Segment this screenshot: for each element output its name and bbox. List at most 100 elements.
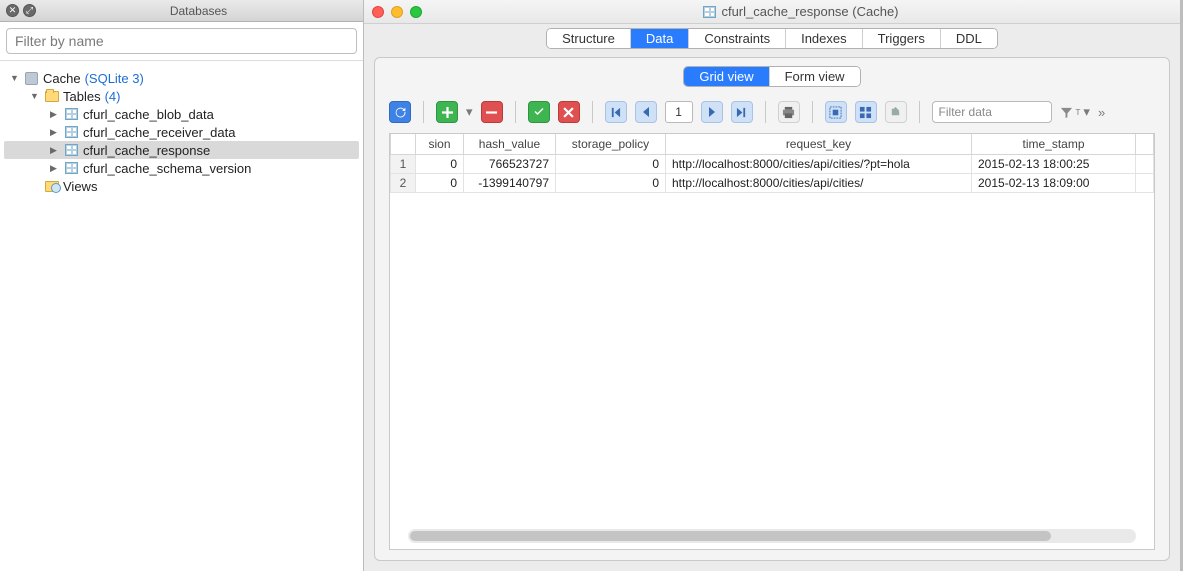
prev-page-button[interactable] (635, 101, 657, 123)
cell-tail (1136, 174, 1154, 193)
page-number[interactable]: 1 (665, 101, 693, 123)
cell[interactable]: 766523727 (464, 155, 556, 174)
data-grid: sion hash_value storage_policy request_k… (389, 133, 1155, 550)
db-engine: (SQLite 3) (85, 71, 144, 86)
table-name: cfurl_cache_schema_version (83, 161, 251, 176)
cell[interactable]: http://localhost:8000/cities/api/cities/ (666, 174, 972, 193)
refresh-button[interactable] (389, 101, 411, 123)
more-tools-button[interactable]: » (1098, 105, 1105, 120)
view-mode-form[interactable]: Form view (770, 67, 860, 86)
row-number-header[interactable] (390, 134, 416, 155)
views-label: Views (63, 179, 97, 194)
chevron-down-icon: ▼ (10, 73, 20, 83)
window-minimize-icon[interactable] (391, 6, 403, 18)
filter-by-name-input[interactable] (6, 28, 357, 54)
delete-row-button[interactable] (481, 101, 503, 123)
traffic-lights (372, 6, 422, 18)
filter-menu-button[interactable]: T ▾ (1060, 104, 1090, 120)
last-page-button[interactable] (731, 101, 753, 123)
tables-count: (4) (105, 89, 121, 104)
database-tree: ▼ Cache (SQLite 3) ▼ Tables (4) ▶ cfurl_… (0, 61, 363, 203)
funnel-icon (1060, 106, 1073, 119)
window-close-icon[interactable] (372, 6, 384, 18)
data-toolbar: ▾ 1 (375, 91, 1169, 133)
table-name: cfurl_cache_receiver_data (83, 125, 235, 140)
tree-table-item[interactable]: ▶ cfurl_cache_receiver_data (4, 123, 359, 141)
print-button[interactable] (778, 101, 800, 123)
select-all-button[interactable] (825, 101, 847, 123)
sidebar-titlebar: ✕ ⤢ Databases (0, 0, 363, 22)
tree-table-item-selected[interactable]: ▶ cfurl_cache_response (4, 141, 359, 159)
column-header[interactable]: sion (416, 134, 464, 155)
column-header[interactable]: time_stamp (972, 134, 1136, 155)
column-header[interactable]: request_key (666, 134, 972, 155)
tab-ddl[interactable]: DDL (941, 29, 997, 48)
chevron-down-icon: ▼ (30, 91, 40, 101)
database-icon (25, 72, 38, 85)
tab-indexes[interactable]: Indexes (786, 29, 863, 48)
db-name: Cache (43, 71, 81, 86)
table-name: cfurl_cache_blob_data (83, 107, 214, 122)
tab-constraints[interactable]: Constraints (689, 29, 786, 48)
column-tail (1136, 134, 1154, 155)
cell[interactable]: 0 (416, 174, 464, 193)
commit-button[interactable] (528, 101, 550, 123)
table-icon (65, 108, 78, 120)
tab-triggers[interactable]: Triggers (863, 29, 941, 48)
chevron-right-icon: ▶ (50, 145, 60, 156)
column-header[interactable]: storage_policy (556, 134, 666, 155)
cell[interactable]: 2015-02-13 18:09:00 (972, 174, 1136, 193)
tree-table-item[interactable]: ▶ cfurl_cache_blob_data (4, 105, 359, 123)
window-title: cfurl_cache_response (Cache) (721, 4, 898, 19)
tab-structure[interactable]: Structure (547, 29, 631, 48)
column-header[interactable]: hash_value (464, 134, 556, 155)
table-icon (703, 6, 716, 18)
table-icon (65, 162, 78, 174)
row-number: 2 (390, 174, 416, 193)
grid-header: sion hash_value storage_policy request_k… (390, 134, 1154, 155)
add-row-menu-icon[interactable]: ▾ (466, 104, 473, 120)
first-page-button[interactable] (605, 101, 627, 123)
window-zoom-icon[interactable] (410, 6, 422, 18)
detach-icon[interactable]: ⤢ (23, 4, 36, 17)
scrollbar-thumb[interactable] (410, 531, 1051, 541)
table-icon (65, 126, 78, 138)
table-icon (65, 144, 78, 156)
close-icon[interactable]: ✕ (6, 4, 19, 17)
tree-tables-node[interactable]: ▼ Tables (4) (4, 87, 359, 105)
table-row[interactable]: 2 0 -1399140797 0 http://localhost:8000/… (390, 174, 1154, 193)
cell[interactable]: http://localhost:8000/cities/api/cities/… (666, 155, 972, 174)
folder-icon (45, 91, 59, 102)
tree-table-item[interactable]: ▶ cfurl_cache_schema_version (4, 159, 359, 177)
export-button[interactable] (885, 101, 907, 123)
main-tabs: Structure Data Constraints Indexes Trigg… (364, 24, 1180, 57)
select-cells-button[interactable] (855, 101, 877, 123)
tab-data[interactable]: Data (631, 29, 689, 48)
chevron-right-icon: ▶ (50, 109, 60, 120)
cell[interactable]: 0 (556, 155, 666, 174)
cell[interactable]: 0 (416, 155, 464, 174)
table-name: cfurl_cache_response (83, 143, 210, 158)
add-row-button[interactable] (436, 101, 458, 123)
table-row[interactable]: 1 0 766523727 0 http://localhost:8000/ci… (390, 155, 1154, 174)
tree-views-node[interactable]: Views (4, 177, 359, 195)
view-mode-grid[interactable]: Grid view (684, 67, 769, 86)
rollback-button[interactable] (558, 101, 580, 123)
data-card: Grid view Form view ▾ (374, 57, 1170, 561)
cell[interactable]: 2015-02-13 18:00:25 (972, 155, 1136, 174)
cell-tail (1136, 155, 1154, 174)
tree-db-root[interactable]: ▼ Cache (SQLite 3) (4, 69, 359, 87)
views-icon (45, 181, 59, 192)
window-titlebar: cfurl_cache_response (Cache) (364, 0, 1180, 24)
chevron-right-icon: ▶ (50, 163, 60, 174)
row-number: 1 (390, 155, 416, 174)
cell[interactable]: -1399140797 (464, 174, 556, 193)
next-page-button[interactable] (701, 101, 723, 123)
databases-panel: ✕ ⤢ Databases ▼ Cache (SQLite 3) ▼ Table… (0, 0, 364, 571)
sidebar-title: Databases (40, 4, 357, 18)
cell[interactable]: 0 (556, 174, 666, 193)
horizontal-scrollbar[interactable] (408, 529, 1136, 543)
filter-data-input[interactable] (932, 101, 1052, 123)
tables-label: Tables (63, 89, 101, 104)
chevron-right-icon: ▶ (50, 127, 60, 138)
